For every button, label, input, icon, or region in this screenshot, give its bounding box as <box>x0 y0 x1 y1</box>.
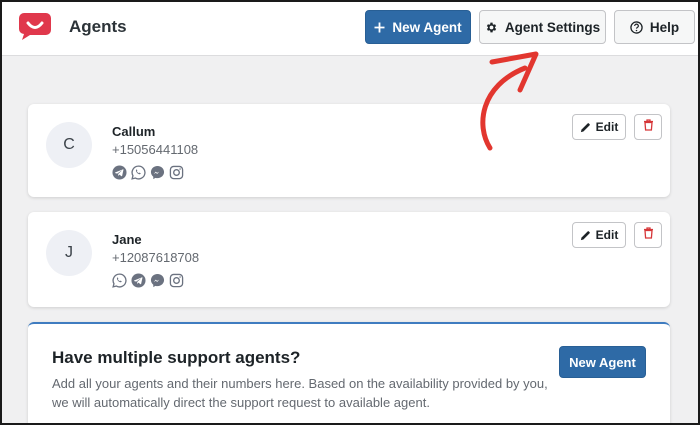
telegram-icon <box>112 165 127 180</box>
agent-phone: +12087618708 <box>112 250 200 265</box>
agent-card: C Callum +15056441108 Edit <box>28 104 670 197</box>
telegram-icon <box>131 273 146 288</box>
question-circle-icon <box>630 20 643 34</box>
agent-phone: +15056441108 <box>112 142 199 157</box>
page-title: Agents <box>69 17 127 36</box>
messenger-icon <box>150 273 165 288</box>
delete-agent-button[interactable] <box>634 222 662 248</box>
avatar: C <box>46 122 92 168</box>
agent-name: Jane <box>112 232 142 247</box>
top-bar: Agents New Agent Agent Settings Help <box>0 0 700 56</box>
help-label: Help <box>649 19 680 35</box>
agent-settings-label: Agent Settings <box>504 19 601 35</box>
gear-icon <box>485 21 498 34</box>
multiple-agents-promo: Have multiple support agents? Add all yo… <box>28 322 670 425</box>
annotation-arrow-icon <box>480 51 539 151</box>
delete-agent-button[interactable] <box>634 114 662 140</box>
edit-label: Edit <box>595 120 619 134</box>
promo-new-agent-button[interactable]: New Agent <box>559 346 646 378</box>
promo-text: Add all your agents and their numbers he… <box>52 376 548 410</box>
avatar: J <box>46 230 92 276</box>
agent-card: J Jane +12087618708 Edit <box>28 212 670 307</box>
pencil-icon <box>580 230 591 241</box>
help-button[interactable]: Help <box>614 10 695 44</box>
channel-list <box>112 273 184 288</box>
new-agent-label: New Agent <box>392 19 462 35</box>
app-logo-icon <box>18 11 52 41</box>
channel-list <box>112 165 184 180</box>
edit-label: Edit <box>595 228 619 242</box>
plus-icon <box>374 22 385 33</box>
instagram-icon <box>169 273 184 288</box>
edit-agent-button[interactable]: Edit <box>572 222 626 248</box>
agent-settings-button[interactable]: Agent Settings <box>479 10 606 44</box>
whatsapp-icon <box>112 273 127 288</box>
whatsapp-icon <box>131 165 146 180</box>
messenger-icon <box>150 165 165 180</box>
promo-title: Have multiple support agents? <box>52 348 301 367</box>
new-agent-button[interactable]: New Agent <box>365 10 471 44</box>
edit-agent-button[interactable]: Edit <box>572 114 626 140</box>
trash-icon <box>643 226 654 244</box>
trash-icon <box>643 118 654 136</box>
pencil-icon <box>580 122 591 133</box>
agent-name: Callum <box>112 124 156 139</box>
instagram-icon <box>169 165 184 180</box>
